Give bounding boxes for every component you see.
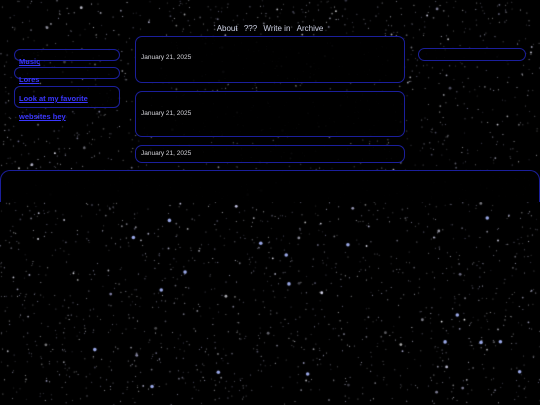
post-date: January 21, 2025 [141,150,192,157]
nav-link-write-in[interactable]: Write in [263,24,290,33]
post-card: January 21, 2025 [135,36,405,83]
page: About ??? Write in Archive Music Lores L… [0,0,540,405]
nav-link-archive[interactable]: Archive [297,24,324,33]
post-card: January 21, 2025 [135,91,405,137]
right-sidebar-panel [418,48,526,61]
nav-link-about[interactable]: About [217,24,238,33]
post-date: January 21, 2025 [141,54,192,61]
sidebar-link-music[interactable]: Music [19,57,40,66]
sidebar-link-lores[interactable]: Lores [19,75,39,84]
nav-link-unknown[interactable]: ??? [244,24,257,33]
post-card: January 21, 2025 [135,145,405,163]
footer-panel [0,170,540,202]
top-nav: About ??? Write in Archive [0,24,540,34]
sidebar-link-box-favorite-websites: Look at my favorite websites hey [14,86,120,121]
sidebar-link-box-music: Music [14,49,120,66]
sidebar-link-box-lores: Lores [14,67,120,84]
post-date: January 21, 2025 [141,110,192,117]
